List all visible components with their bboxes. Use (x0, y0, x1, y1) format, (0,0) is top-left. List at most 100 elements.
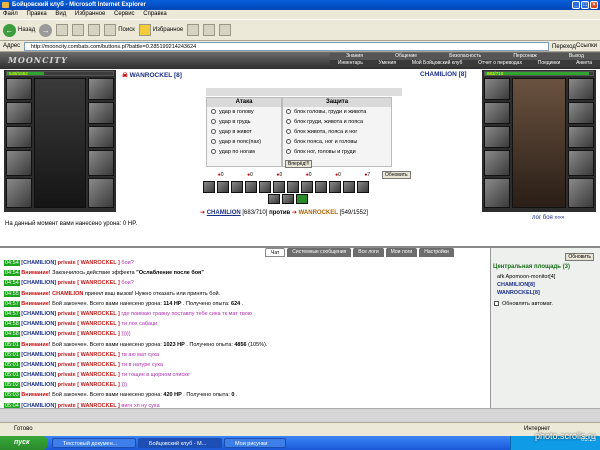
boots-slot[interactable] (568, 178, 594, 208)
start-button[interactable]: пуск (0, 436, 48, 450)
chat-timestamp[interactable]: 04:54 (4, 260, 20, 266)
block-option-4[interactable]: блок пояса, ног и головы (286, 137, 391, 147)
stop-icon[interactable] (56, 24, 69, 36)
earring-slot[interactable] (484, 102, 510, 124)
print-icon[interactable] (219, 24, 232, 36)
chat-timestamp[interactable]: 05:01 (4, 361, 20, 368)
special-move-icon[interactable] (245, 181, 257, 193)
helmet-slot[interactable] (484, 78, 510, 100)
close-button[interactable]: × (590, 1, 598, 9)
special-move-icon[interactable] (301, 181, 313, 193)
attack-groin[interactable]: удар в пояс(пах) (211, 137, 281, 147)
refresh-icon[interactable] (72, 24, 85, 36)
chat-fragment[interactable]: [CHAMILION] (20, 331, 56, 337)
chat-fragment[interactable]: [CHAMILION] (20, 280, 56, 286)
chat-timestamp[interactable]: 05:01 (4, 351, 20, 358)
chat-fragment[interactable]: [CHAMILION] (20, 372, 56, 378)
chat-timestamp[interactable]: 05:01 (4, 372, 20, 379)
nav-character[interactable]: Персонаж (511, 53, 538, 60)
favorites-button[interactable]: Избранное (138, 24, 183, 36)
nav-inventory[interactable]: Инвентарь (336, 60, 365, 67)
history-icon[interactable] (187, 24, 200, 36)
nav-chat[interactable]: Общение (393, 53, 419, 60)
nav-fights[interactable]: Поединки (536, 60, 563, 67)
special-move-icon[interactable] (217, 181, 229, 193)
belt-slot[interactable] (568, 150, 594, 176)
chat-fragment[interactable]: [CHAMILION] (20, 311, 56, 317)
back-button[interactable]: ← Назад (3, 23, 35, 37)
block-option-5[interactable]: блок ног, головы и груди (286, 147, 391, 157)
refresh-fight-button[interactable]: Обновить (382, 171, 411, 179)
chat-timestamp[interactable]: 04:54 (4, 280, 20, 287)
chat-timestamp[interactable]: 05:01 (4, 341, 20, 348)
gloves-slot[interactable] (88, 78, 114, 100)
earring-slot[interactable] (6, 102, 32, 124)
task-fight-club[interactable]: Бойцовский клуб - M... (138, 438, 222, 448)
chat-timestamp[interactable]: 05:02 (4, 382, 20, 389)
tab-system[interactable]: Системные сообщения (287, 248, 352, 257)
special-move-icon[interactable] (268, 194, 280, 204)
special-move-icon[interactable] (282, 194, 294, 204)
amulet-slot[interactable] (484, 126, 510, 148)
chat-timestamp[interactable]: 04:57 (4, 310, 20, 317)
chat-fragment[interactable]: [CHAMILION] (20, 321, 56, 327)
special-move-icon[interactable] (273, 181, 285, 193)
user-list-item[interactable]: CHAMILION[8] (497, 281, 600, 289)
tab-all-logs[interactable]: Все логи (353, 248, 384, 257)
attack-chest[interactable]: удар в грудь (211, 117, 281, 127)
ring-slot[interactable] (568, 126, 594, 148)
tab-chat[interactable]: Чат (265, 248, 286, 257)
amulet-slot[interactable] (6, 126, 32, 148)
chat-timestamp[interactable]: 05:03 (4, 392, 20, 399)
helmet-slot[interactable] (6, 78, 32, 100)
chat-timestamp[interactable]: 04:57 (4, 300, 20, 307)
versus-right-name[interactable]: WANROCKEL (299, 210, 338, 216)
special-move-icon[interactable] (329, 181, 341, 193)
attack-head[interactable]: удар в голову (211, 107, 281, 117)
boots-slot[interactable] (88, 178, 114, 208)
special-move-icon[interactable] (287, 181, 299, 193)
nav-myclub[interactable]: Мой Бойцовский клуб (410, 60, 464, 67)
attack-legs[interactable]: удар по ногам (211, 147, 281, 157)
task-text-document[interactable]: Текстовый докумен... (52, 438, 136, 448)
special-move-icon[interactable] (203, 181, 215, 193)
belt-slot[interactable] (88, 150, 114, 176)
nav-security[interactable]: Безопасность (447, 53, 483, 60)
minimize-button[interactable]: _ (572, 1, 580, 9)
chat-timestamp[interactable]: 04:58 (4, 331, 20, 338)
refresh-users-button[interactable]: Обновить (565, 253, 594, 261)
menu-file[interactable]: Файл (3, 11, 18, 17)
versus-left-name[interactable]: CHAMILION (207, 210, 241, 216)
gloves-slot[interactable] (568, 78, 594, 100)
links-label[interactable]: Ссылки (576, 41, 597, 52)
forward-button[interactable]: → (39, 23, 53, 37)
chat-fragment[interactable]: [CHAMILION] (20, 382, 56, 388)
shield-slot[interactable] (568, 102, 594, 124)
nav-profile[interactable]: Анкета (574, 60, 594, 67)
chat-fragment[interactable]: [CHAMILION] (20, 260, 56, 266)
special-move-icon[interactable] (231, 181, 243, 193)
task-my-pictures[interactable]: Мои рисунки (224, 438, 286, 448)
shield-slot[interactable] (88, 102, 114, 124)
attack-belly[interactable]: удар в живот (211, 127, 281, 137)
chat-fragment[interactable]: [CHAMILION] (20, 362, 56, 368)
battle-log-link[interactable]: лог боя »»» (532, 215, 564, 221)
weapon-slot[interactable] (6, 150, 32, 176)
menu-edit[interactable]: Правка (26, 11, 46, 17)
user-list-item[interactable]: afk Apomoon-monitor[4] (497, 273, 600, 281)
player1-name[interactable]: ☠ WANROCKEL [8] (122, 71, 182, 79)
chat-timestamp[interactable]: 04:55 (4, 290, 20, 297)
tab-my-logs[interactable]: Мои логи (385, 248, 418, 257)
menu-favorites[interactable]: Избранное (75, 11, 105, 17)
block-option-3[interactable]: блок живота, пояса и ног (286, 127, 391, 137)
ring-slot[interactable] (88, 126, 114, 148)
mail-icon[interactable] (203, 24, 216, 36)
armor-slot[interactable] (484, 178, 510, 208)
menu-tools[interactable]: Сервис (114, 11, 135, 17)
weapon-slot[interactable] (484, 150, 510, 176)
nav-knowledge[interactable]: Знания (344, 53, 365, 60)
nav-exit[interactable]: Выход (567, 53, 586, 60)
user-list-item[interactable]: WANROCKEL[8] (497, 289, 600, 297)
auto-refresh-checkbox[interactable]: Обновлять автомат. (491, 297, 600, 311)
player2-name[interactable]: CHAMILION [8] (420, 71, 467, 78)
